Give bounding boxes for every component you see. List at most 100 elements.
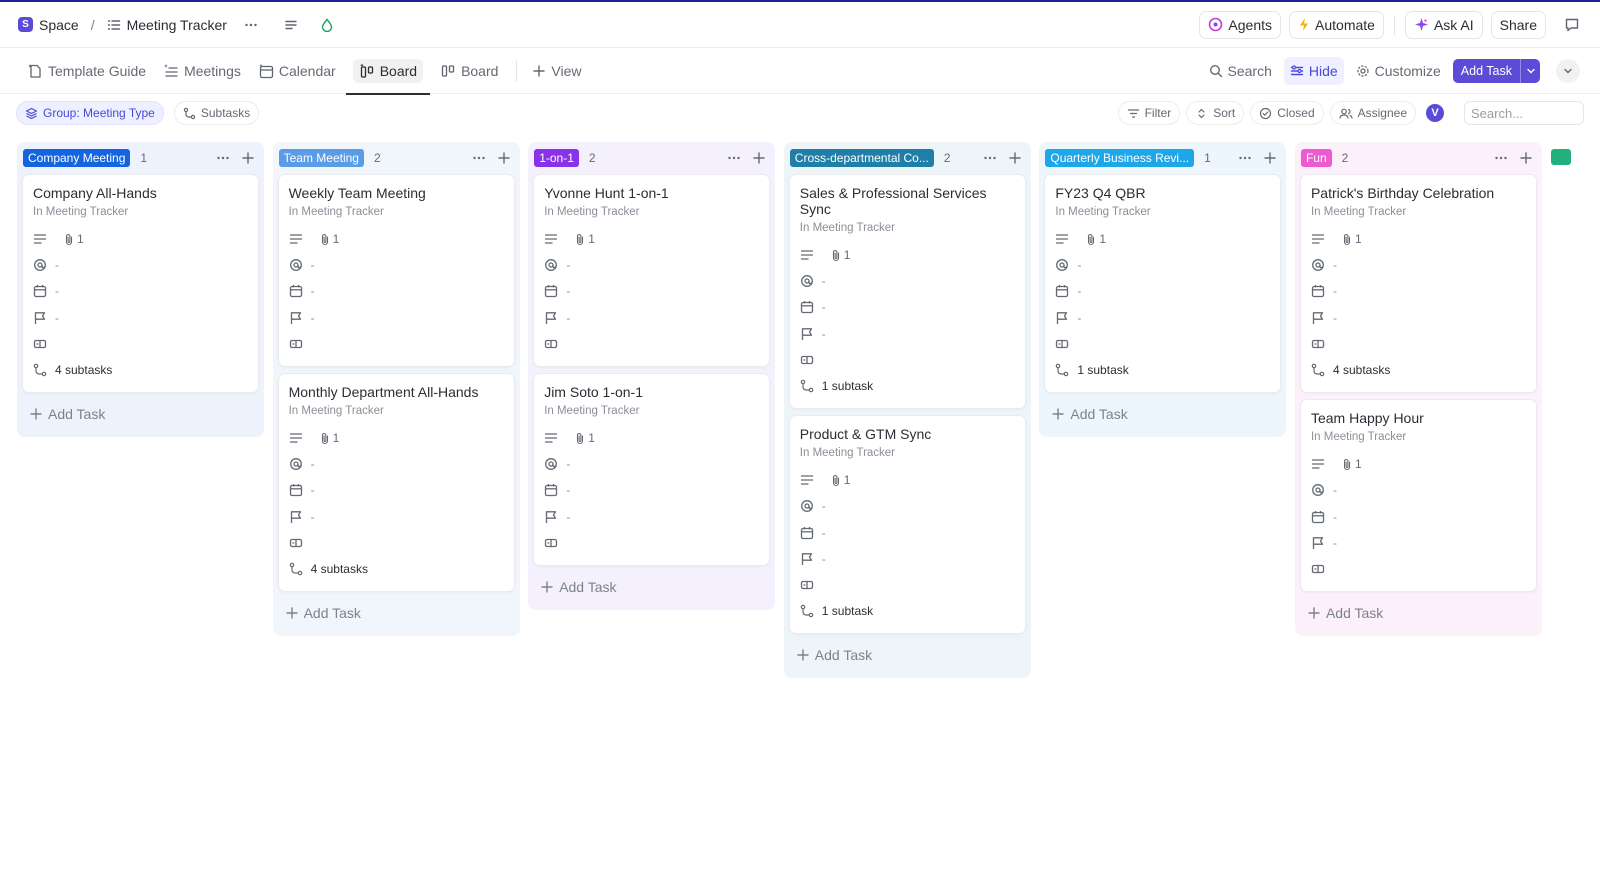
column-label[interactable]: Fun xyxy=(1300,149,1332,167)
customize-button[interactable]: Customize xyxy=(1350,57,1447,85)
due-date-row[interactable]: - xyxy=(1055,278,1270,304)
attachments[interactable]: 1 xyxy=(1085,232,1106,246)
task-card[interactable]: Monthly Department All-Hands In Meeting … xyxy=(277,372,515,593)
drop-status-icon[interactable] xyxy=(315,13,339,37)
agents-button[interactable]: Agents xyxy=(1199,10,1282,39)
task-title[interactable]: Weekly Team Meeting xyxy=(289,185,504,201)
due-date-row[interactable]: - xyxy=(800,520,1015,546)
assignee-row[interactable]: - xyxy=(33,252,248,278)
add-task-button[interactable]: Add Task xyxy=(1452,58,1540,83)
assignee-row[interactable]: - xyxy=(1311,477,1526,503)
column-add-task-button[interactable]: Add Task xyxy=(22,399,259,429)
tab-meetings[interactable]: Meetings xyxy=(156,48,248,94)
subtasks-row[interactable]: 4 subtasks xyxy=(1311,357,1526,383)
task-title[interactable]: Patrick's Birthday Celebration xyxy=(1311,185,1526,201)
assignee-row[interactable]: - xyxy=(1055,252,1270,278)
column-label[interactable] xyxy=(1550,149,1571,165)
task-title[interactable]: Team Happy Hour xyxy=(1311,410,1526,426)
task-card[interactable]: Company All-Hands In Meeting Tracker 1 - xyxy=(22,174,259,394)
priority-row[interactable]: - xyxy=(33,305,248,331)
column-add-task-button[interactable]: Add Task xyxy=(1300,598,1537,628)
assignee-row[interactable]: - xyxy=(544,252,759,278)
custom-field-row[interactable] xyxy=(33,331,248,357)
custom-field-row[interactable] xyxy=(800,347,1015,373)
custom-field-row[interactable] xyxy=(289,331,504,357)
task-card[interactable]: FY23 Q4 QBR In Meeting Tracker 1 - - - 1… xyxy=(1044,174,1282,394)
assignee-row[interactable]: - xyxy=(800,493,1015,519)
plus-icon[interactable] xyxy=(1009,152,1021,164)
column-label[interactable]: Quarterly Business Revi... xyxy=(1045,149,1195,167)
due-date-row[interactable]: - xyxy=(289,477,504,503)
due-date-row[interactable]: - xyxy=(1311,504,1526,530)
priority-row[interactable]: - xyxy=(289,504,504,530)
priority-row[interactable]: - xyxy=(1055,305,1270,331)
column-add-task-button[interactable]: Add Task xyxy=(1044,399,1281,429)
assignee-chip[interactable]: Assignee xyxy=(1329,101,1416,125)
sort-chip[interactable]: Sort xyxy=(1186,101,1245,125)
tab-template-guide[interactable]: Template Guide xyxy=(20,48,153,94)
ask-ai-button[interactable]: Ask AI xyxy=(1404,10,1483,39)
column-add-task-button[interactable]: Add Task xyxy=(533,572,770,602)
share-button[interactable]: Share xyxy=(1490,10,1546,39)
subtasks-row[interactable]: 1 subtask xyxy=(1055,357,1270,383)
due-date-row[interactable]: - xyxy=(800,294,1015,320)
assignee-row[interactable]: - xyxy=(289,252,504,278)
custom-field-row[interactable] xyxy=(800,572,1015,598)
description-icon[interactable] xyxy=(279,13,303,37)
chat-icon[interactable] xyxy=(1560,13,1584,37)
avatar[interactable]: V xyxy=(1426,104,1444,122)
collapse-toolbar-button[interactable] xyxy=(1556,58,1580,83)
plus-icon[interactable] xyxy=(497,152,510,164)
more-options-icon[interactable] xyxy=(727,151,741,165)
more-options-icon[interactable] xyxy=(239,13,263,37)
tab-board-active[interactable]: Board xyxy=(345,48,431,95)
attachments[interactable]: 1 xyxy=(63,232,84,246)
task-card[interactable]: Product & GTM Sync In Meeting Tracker 1 … xyxy=(788,415,1026,635)
column-label[interactable]: Team Meeting xyxy=(278,149,364,167)
plus-icon[interactable] xyxy=(1264,152,1277,164)
task-title[interactable]: Monthly Department All-Hands xyxy=(289,384,504,400)
filter-chip[interactable]: Filter xyxy=(1117,101,1181,125)
due-date-row[interactable]: - xyxy=(544,477,759,503)
automate-button[interactable]: Automate xyxy=(1289,10,1384,39)
group-by-chip[interactable]: Group: Meeting Type xyxy=(16,101,164,125)
attachments[interactable]: 1 xyxy=(319,431,339,445)
task-card[interactable]: Weekly Team Meeting In Meeting Tracker 1… xyxy=(277,174,515,367)
column-label[interactable]: Company Meeting xyxy=(23,149,131,167)
task-card[interactable]: Team Happy Hour In Meeting Tracker 1 - -… xyxy=(1299,399,1537,593)
attachments[interactable]: 1 xyxy=(830,248,850,262)
column-label[interactable]: 1-on-1 xyxy=(534,149,579,167)
priority-row[interactable]: - xyxy=(800,546,1015,572)
search-input[interactable] xyxy=(1464,101,1584,125)
tab-board[interactable]: Board xyxy=(433,48,505,94)
space-icon[interactable]: S xyxy=(18,17,33,32)
priority-row[interactable]: - xyxy=(1311,305,1526,331)
priority-row[interactable]: - xyxy=(289,305,504,331)
task-card[interactable]: Yvonne Hunt 1-on-1 In Meeting Tracker 1 … xyxy=(533,174,771,367)
search-button[interactable]: Search xyxy=(1203,57,1278,85)
attachments[interactable]: 1 xyxy=(574,232,595,246)
more-options-icon[interactable] xyxy=(1494,151,1508,165)
custom-field-row[interactable] xyxy=(544,331,759,357)
more-options-icon[interactable] xyxy=(1238,151,1252,165)
due-date-row[interactable]: - xyxy=(544,278,759,304)
attachments[interactable]: 1 xyxy=(319,232,339,246)
task-title[interactable]: FY23 Q4 QBR xyxy=(1055,185,1270,201)
add-view-button[interactable]: View xyxy=(525,48,588,94)
breadcrumb-list[interactable]: Meeting Tracker xyxy=(127,17,227,33)
column-label[interactable]: Cross-departmental Co... xyxy=(789,149,934,167)
due-date-row[interactable]: - xyxy=(33,278,248,304)
hide-button[interactable]: Hide xyxy=(1283,56,1344,85)
task-title[interactable]: Company All-Hands xyxy=(33,185,248,201)
custom-field-row[interactable] xyxy=(1311,331,1526,357)
due-date-row[interactable]: - xyxy=(289,278,504,304)
assignee-row[interactable]: - xyxy=(544,451,759,477)
column-add-task-button[interactable]: Add Task xyxy=(278,598,515,628)
more-options-icon[interactable] xyxy=(216,151,230,165)
custom-field-row[interactable] xyxy=(289,530,504,556)
due-date-row[interactable]: - xyxy=(1311,278,1526,304)
plus-icon[interactable] xyxy=(242,152,254,164)
subtasks-chip[interactable]: Subtasks xyxy=(173,101,260,125)
task-card[interactable]: Sales & Professional Services Sync In Me… xyxy=(788,174,1026,410)
subtasks-row[interactable]: 4 subtasks xyxy=(289,556,504,582)
